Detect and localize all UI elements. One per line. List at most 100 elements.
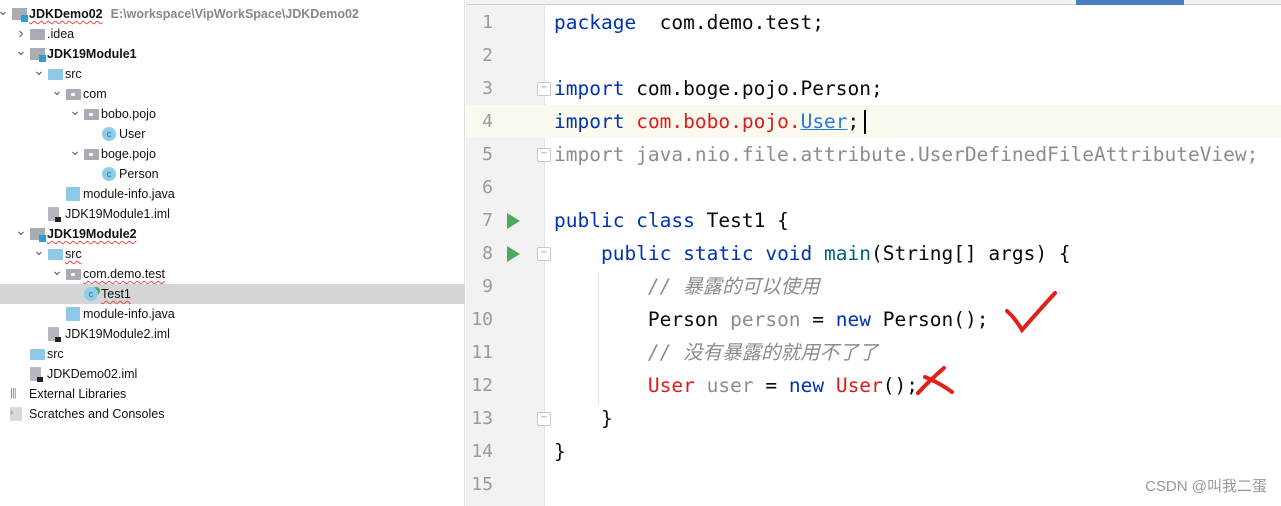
class-icon: c <box>102 167 116 181</box>
code-line[interactable]: public static void main(String[] args) { <box>466 237 1281 270</box>
chevron-down-icon[interactable]: ⌄ <box>69 140 81 160</box>
code-line[interactable]: User user = new User(); <box>466 369 1281 402</box>
code-token: main <box>824 242 872 265</box>
code-token: new <box>835 308 872 331</box>
text-caret <box>864 110 866 134</box>
line-number: 2 <box>482 45 493 66</box>
tree-item[interactable]: ⌄ JDK19Module1 <box>0 42 465 64</box>
tree-item-label: com.demo.test <box>83 267 165 281</box>
code-line[interactable]: // 暴露的可以使用 <box>466 270 1281 303</box>
package-icon <box>84 109 99 120</box>
source-folder-icon <box>30 349 45 360</box>
tree-item[interactable]: module-info.java <box>0 304 465 324</box>
tree-item[interactable]: JDKDemo02.iml <box>0 364 465 384</box>
tree-item[interactable]: ⌄ JDKDemo02 E:\workspace\VipWorkSpace\JDKD… <box>0 2 465 24</box>
tree-item[interactable]: › .idea <box>0 24 465 44</box>
active-tab-indicator[interactable] <box>1076 0 1184 5</box>
tree-item[interactable]: ||| External Libraries <box>0 384 465 404</box>
tree-item[interactable]: › Scratches and Consoles <box>0 404 465 424</box>
chevron-down-icon[interactable]: ⌄ <box>15 220 27 240</box>
line-number: 6 <box>482 177 493 198</box>
fold-icon[interactable]: − <box>537 148 551 162</box>
run-icon[interactable] <box>507 213 520 229</box>
tree-item[interactable]: module-info.java <box>0 184 465 204</box>
module-icon <box>12 8 28 22</box>
line-number: 7 <box>466 204 545 237</box>
code-token: = <box>753 374 789 397</box>
code-line[interactable]: } <box>466 402 1281 435</box>
package-icon <box>66 269 81 280</box>
code-token: } <box>554 440 566 463</box>
code-token: import <box>554 110 625 133</box>
code-token: com.demo.test; <box>636 11 825 34</box>
code-line[interactable]: public class Test1 { <box>466 204 1281 237</box>
code-line[interactable] <box>466 171 1281 204</box>
module-icon <box>30 48 46 62</box>
chevron-down-icon[interactable]: ⌄ <box>51 260 63 280</box>
line-number: 10 <box>471 309 493 330</box>
code-token: } <box>554 407 613 430</box>
tree-item-label: com <box>83 87 107 101</box>
chevron-down-icon[interactable]: ⌄ <box>51 80 63 100</box>
code-line[interactable]: } <box>466 435 1281 468</box>
code-line[interactable]: // 没有暴露的就用不了了 <box>466 336 1281 369</box>
package-icon <box>84 149 99 160</box>
tree-item-label: User <box>119 127 146 141</box>
tree-item[interactable]: JDK19Module2.iml <box>0 324 465 344</box>
code-line[interactable]: import com.bobo.pojo.User; <box>466 105 1281 138</box>
tree-item-label: src <box>65 67 82 81</box>
code-line[interactable]: package com.demo.test; <box>466 6 1281 39</box>
code-token: user <box>706 374 754 397</box>
chevron-down-icon[interactable]: ⌄ <box>33 60 45 80</box>
tree-item[interactable]: JDK19Module1.iml <box>0 204 465 224</box>
code-token: User <box>835 374 883 397</box>
tree-item-label: module-info.java <box>83 187 175 201</box>
project-path: E:\workspace\VipWorkSpace\JDKDemo02 <box>110 7 359 21</box>
code-line[interactable]: import java.nio.file.attribute.UserDefin… <box>466 138 1281 171</box>
chevron-down-icon[interactable]: ⌄ <box>0 0 9 20</box>
tree-item-label: bobo.pojo <box>101 107 156 121</box>
fold-icon[interactable]: − <box>537 412 551 426</box>
tree-item[interactable]: c Person <box>0 164 465 184</box>
tree-item[interactable]: c Test1 <box>0 284 465 304</box>
tree-item-label: JDK19Module1.iml <box>65 207 170 221</box>
code-token: public class <box>554 209 695 232</box>
source-folder-icon <box>48 69 63 80</box>
project-tree: ⌄ JDKDemo02 E:\workspace\VipWorkSpace\JDKD… <box>0 0 465 506</box>
chevron-down-icon[interactable]: ⌄ <box>33 240 45 260</box>
chevron-down-icon[interactable]: ⌄ <box>15 40 27 60</box>
tree-item[interactable]: ⌄ bobo.pojo <box>0 102 465 124</box>
tree-item-label: JDK19Module2.iml <box>65 327 170 341</box>
tree-item-label: JDKDemo02.iml <box>47 367 138 381</box>
tree-item[interactable]: ⌄ boge.pojo <box>0 142 465 164</box>
run-icon[interactable] <box>507 246 520 262</box>
code-token: User <box>800 110 848 133</box>
tree-item[interactable]: src <box>0 344 465 364</box>
tree-item[interactable]: ⌄ com.demo.test <box>0 262 465 284</box>
code-token: public static void <box>600 242 813 265</box>
iml-file-icon <box>48 207 61 222</box>
code-editor[interactable]: 1 2 3−4 5−6 7 8−9 10 11 12 13−14 15 package com.de… <box>466 0 1281 506</box>
chevron-down-icon[interactable]: ⌄ <box>69 100 81 120</box>
editor-tab-bar <box>466 0 1281 5</box>
code-token: // 没有暴露的就用不了了 <box>647 341 879 364</box>
code-line[interactable] <box>466 39 1281 72</box>
line-number: 8− <box>466 237 551 270</box>
fold-icon[interactable]: − <box>537 247 551 261</box>
tree-item[interactable]: ⌄ JDK19Module2 <box>0 222 465 244</box>
iml-file-icon <box>30 367 43 382</box>
code-line[interactable]: Person person = new Person(); <box>466 303 1281 336</box>
code-token: package <box>554 11 637 34</box>
line-number: 9 <box>482 276 493 297</box>
tree-item[interactable]: ⌄ src <box>0 242 465 264</box>
tree-item-label: JDK19Module2 <box>47 227 137 241</box>
code-line[interactable]: import com.boge.pojo.Person; <box>466 72 1281 105</box>
editor-gutter: 1 2 3−4 5−6 7 8−9 10 11 12 13−14 15 <box>466 5 551 506</box>
line-number: 11 <box>471 342 493 363</box>
fold-icon[interactable]: − <box>537 82 551 96</box>
tree-item[interactable]: ⌄ src <box>0 62 465 84</box>
